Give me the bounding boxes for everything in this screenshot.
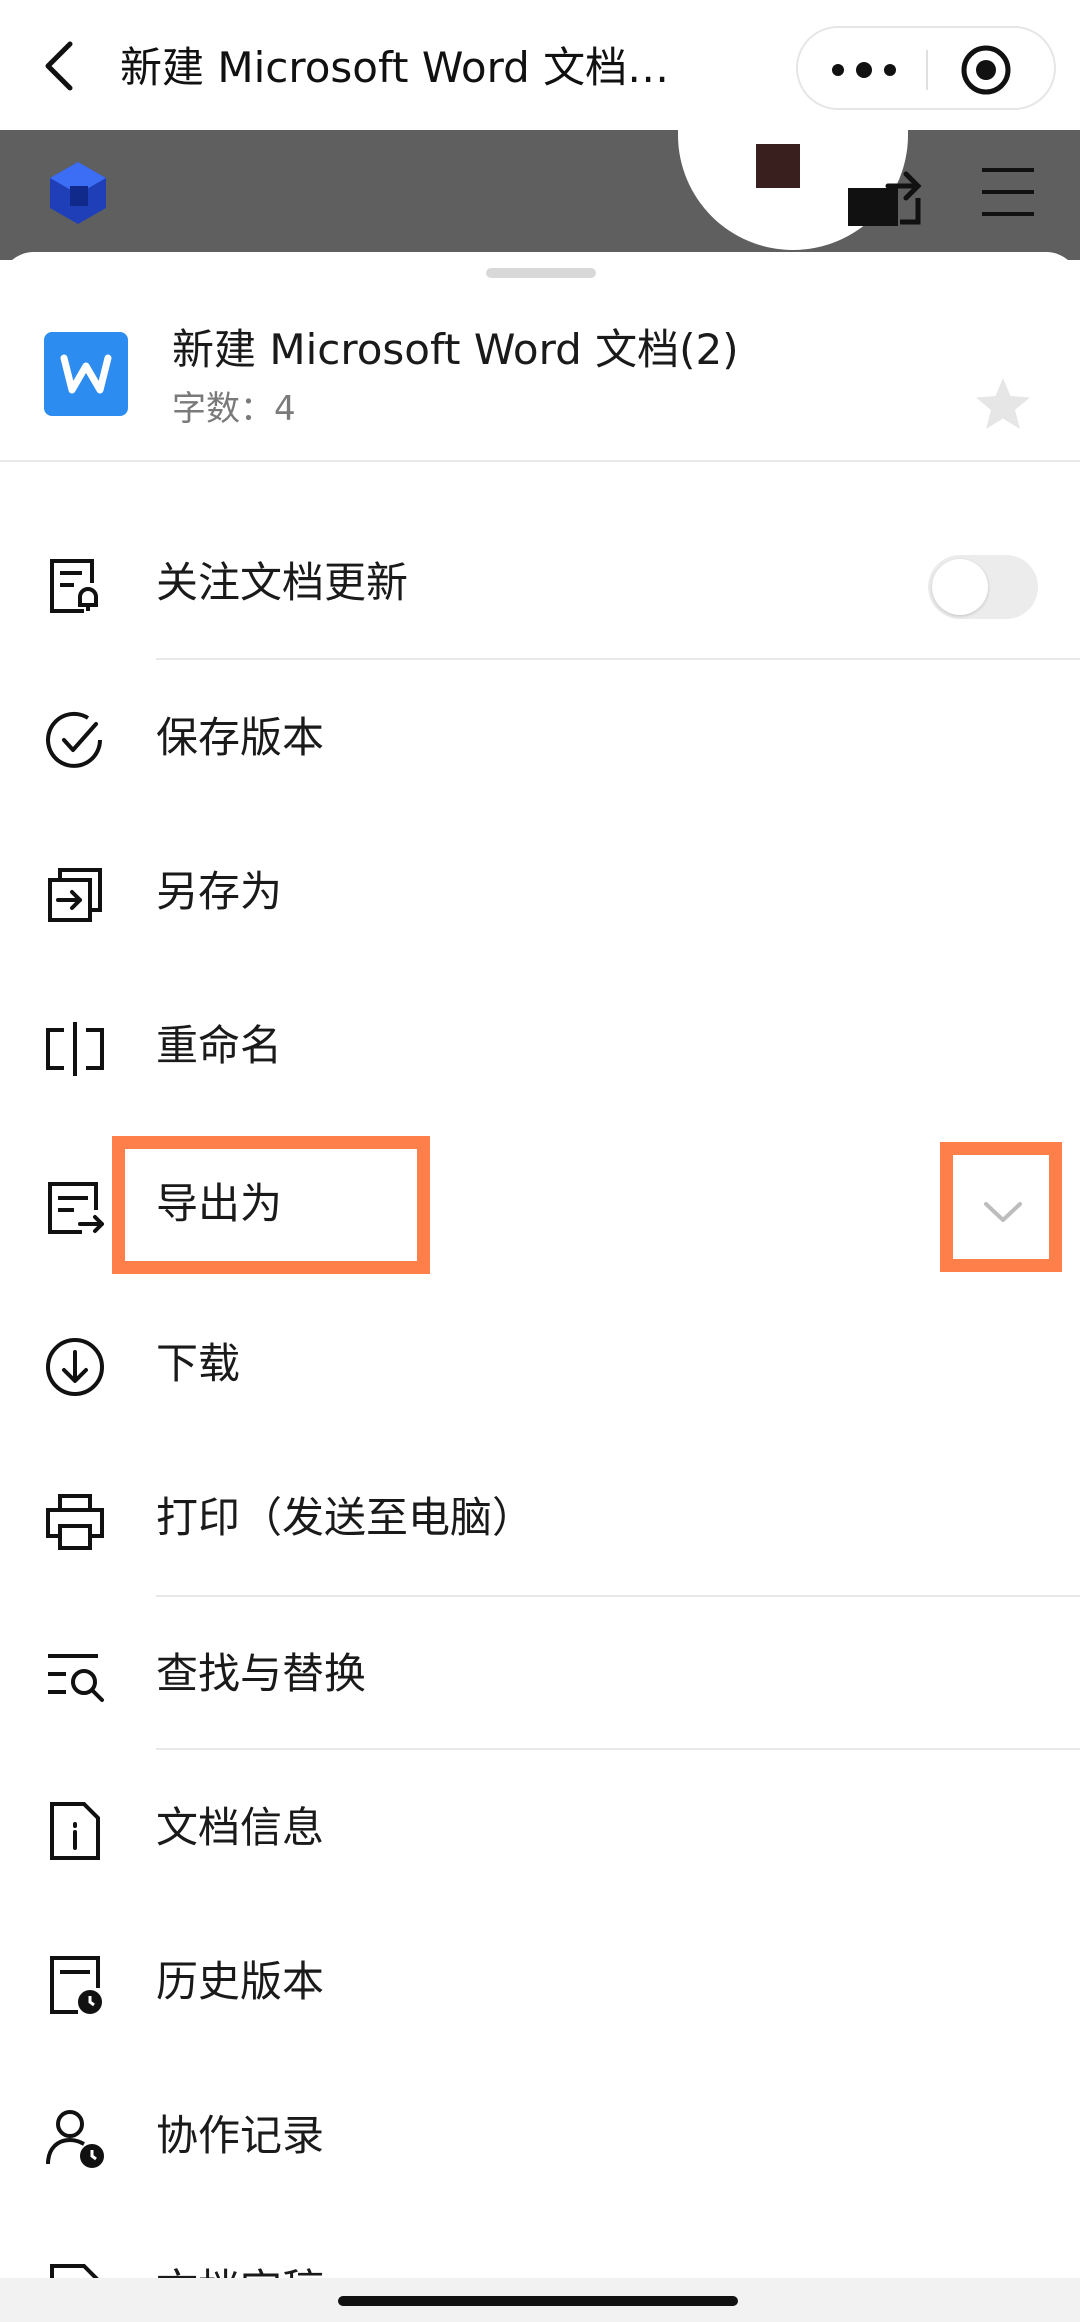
menu-item-label: 查找与替换 [156,1649,367,1698]
highlight-export-label [112,1136,430,1274]
menu-item-collab-record[interactable]: 协作记录 [0,2060,1080,2210]
word-file-icon [44,332,128,416]
doc-info-icon [44,1800,106,1862]
menu-divider [156,658,1080,660]
printer-icon [44,1490,106,1552]
more-dots-icon[interactable] [824,48,904,92]
doc-bell-icon [44,555,106,617]
menu-item-download[interactable]: 下载 [0,1288,1080,1438]
chevron-left-icon[interactable] [38,38,82,94]
mini-program-nav-bar: 新建 Microsoft Word 文档… [0,0,1080,130]
find-replace-icon [44,1646,106,1708]
header-divider [0,460,1080,462]
file-name: 新建 Microsoft Word 文档(2) [172,325,739,374]
menu-item-label: 文档定稿 [156,2258,324,2278]
highlight-expand-chevron [940,1142,1062,1272]
menu-item-label: 文档信息 [156,1803,325,1852]
menu-item-label: 下载 [156,1339,241,1388]
follow-updates-toggle[interactable] [928,555,1038,619]
word-count-value: 4 [274,389,296,429]
menu-item-follow-updates[interactable]: 关注文档更新 [0,507,1080,657]
menu-item-label: 另存为 [156,867,283,916]
menu-item-label: 协作记录 [156,2111,325,2160]
menu-item-print[interactable]: 打印（发送至电脑） [0,1442,1080,1592]
word-count-label: 字数： [172,389,274,429]
menu-divider [156,1595,1080,1597]
menu-divider [156,1748,1080,1750]
download-circle-icon [44,1336,106,1398]
home-indicator [338,2296,738,2306]
rename-cursor-icon [44,1018,106,1080]
menu-item-label: 重命名 [156,1021,283,1070]
capsule-divider [926,50,928,90]
menu-item-label: 打印（发送至电脑） [156,1493,535,1542]
menu-item-label: 历史版本 [156,1957,325,2006]
share-export-icon[interactable] [838,158,928,228]
menu-item-doc-finalize[interactable]: 文档定稿 [0,2214,1080,2278]
menu-item-label: 关注文档更新 [156,558,409,607]
doc-finalize-icon [44,2262,106,2278]
collab-record-icon [44,2108,106,2170]
menu-item-history-version[interactable]: 历史版本 [0,1906,1080,2056]
star-icon[interactable] [972,374,1034,436]
menu-item-doc-info[interactable]: 文档信息 [0,1752,1080,1902]
hamburger-menu-icon[interactable] [980,166,1036,218]
history-version-icon [44,1954,106,2016]
page-title: 新建 Microsoft Word 文档… [120,43,670,92]
document-toolbar [0,130,1080,260]
app-cube-logo-icon [48,160,108,226]
menu-item-find-replace[interactable]: 查找与替换 [0,1598,1080,1748]
capsule-menu [796,26,1056,110]
sheet-grabber[interactable] [486,268,596,278]
export-doc-icon [44,1176,106,1238]
menu-item-label: 保存版本 [156,713,325,762]
check-circle-icon [44,710,106,772]
file-header: 新建 Microsoft Word 文档(2) 字数：4 [0,292,1080,460]
word-count: 字数：4 [172,384,296,434]
save-as-icon [44,864,106,926]
target-circle-icon[interactable] [958,42,1014,98]
menu-item-save-version[interactable]: 保存版本 [0,662,1080,812]
menu-item-rename[interactable]: 重命名 [0,970,1080,1120]
menu-item-save-as[interactable]: 另存为 [0,816,1080,966]
